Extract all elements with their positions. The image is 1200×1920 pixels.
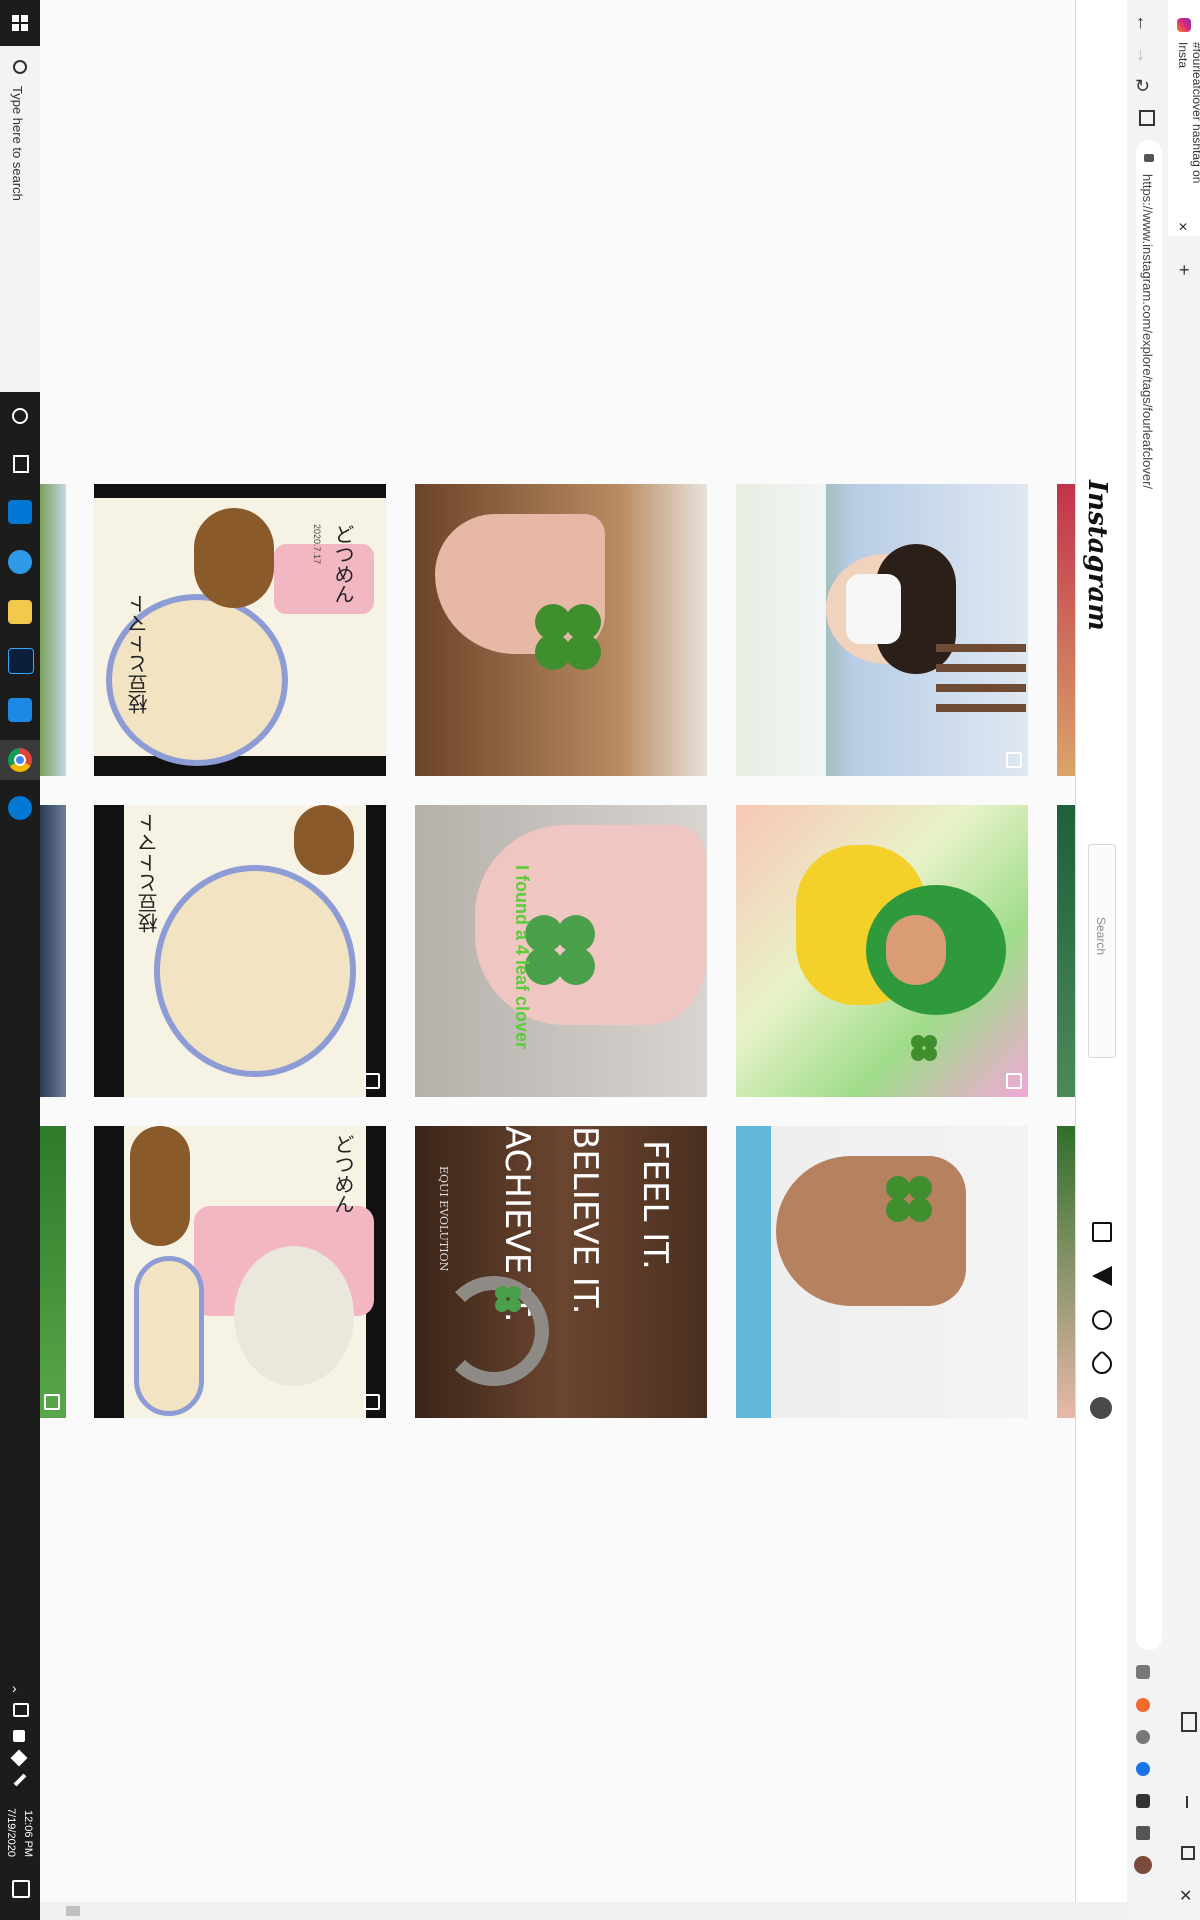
window-layout-icon[interactable] [1181,1712,1197,1732]
post-partial-right-row3[interactable] [1057,1126,1075,1418]
extensions-puzzle-icon[interactable] [1136,1826,1150,1840]
clock-date[interactable]: 7/19/2020 [5,1808,17,1857]
task-view-icon[interactable] [13,455,29,473]
post-green-hair-illustration[interactable] [736,805,1028,1097]
instagram-search-input[interactable]: Search [1088,844,1116,1058]
art-date: 2020.7.17 [312,524,322,565]
post-food-art-2[interactable]: 枝豆とトマト [94,805,386,1097]
extension-gray-icon[interactable] [1136,1730,1150,1744]
file-explorer-icon[interactable] [8,600,32,624]
instagram-favicon-icon [1177,18,1191,32]
post-partial-left-row2[interactable] [40,805,66,1097]
instagram-logo[interactable]: Instagram [1082,480,1112,631]
forward-arrow-icon[interactable]: ↓ [1136,44,1145,65]
art-text-1-copy: どつめん [331,1134,355,1214]
edge-browser-icon[interactable] [8,550,32,574]
tab-search-icon[interactable]: + [1179,260,1190,281]
horseshoe-icon [439,1276,549,1386]
extension-grammarly-icon[interactable] [1136,1665,1150,1679]
multi-post-icon [44,1394,60,1410]
post-hand-clover-1[interactable] [415,484,707,776]
back-arrow-icon[interactable]: ↑ [1136,12,1145,33]
instagram-search-placeholder: Search [1094,917,1108,956]
chrome-browser-icon[interactable] [0,740,40,780]
direct-messages-icon[interactable] [1092,1266,1112,1286]
profile-avatar[interactable] [1090,1397,1112,1419]
taskbar-search-placeholder: Type here to search [10,86,25,201]
clover-note-text: I found a 4 leaf clover [512,865,532,1050]
explore-compass-icon[interactable] [1092,1310,1112,1330]
home-icon[interactable] [1092,1222,1112,1242]
post-partial-left-row3[interactable] [40,1126,66,1418]
address-bar-url: https://www.instagram.com/explore/tags/f… [1140,174,1155,490]
instagram-page: どつめん 枝豆とトマト 2020.7.17 枝豆とトマト I found a 4… [40,0,1075,1910]
post-food-art-3[interactable]: どつめん [94,1126,386,1418]
multi-post-icon [364,1073,380,1089]
clock-time[interactable]: 12:06 PM [22,1810,34,1857]
maximize-icon[interactable] [1181,1846,1195,1860]
post-nail-clover[interactable]: I found a 4 leaf clover [415,805,707,1097]
clover-icon [535,604,571,640]
volume-icon[interactable] [13,1703,29,1717]
post-food-art-1[interactable]: どつめん 枝豆とトマト 2020.7.17 [94,484,386,776]
extension-orange-icon[interactable] [1136,1698,1150,1712]
instagram-header: Instagram Search [1075,0,1128,1910]
art-text-2-copy: 枝豆とトマト [137,813,161,933]
clover-icon [495,1286,509,1300]
network-icon[interactable] [13,1730,25,1742]
photoshop-icon[interactable] [8,648,34,674]
multi-post-icon [364,1394,380,1410]
show-hidden-icons-chevron-icon[interactable]: › [12,1680,17,1696]
mail-app-icon[interactable] [8,698,32,722]
address-bar[interactable]: https://www.instagram.com/explore/tags/f… [1136,140,1162,1650]
post-partial-left-row1[interactable] [40,484,66,776]
multi-post-icon [1006,1073,1022,1089]
home-browser-icon[interactable] [1139,110,1155,126]
settings-app-icon[interactable] [8,796,32,820]
taskbar-search-box[interactable]: Type here to search [0,46,41,392]
cortana-icon[interactable] [12,408,28,424]
art-text-1: どつめん [331,524,355,604]
notification-icon[interactable] [12,1880,30,1898]
windows-logo-icon [12,15,28,31]
reload-icon[interactable]: ↻ [1135,76,1150,97]
activity-heart-icon[interactable] [1087,1349,1117,1379]
extension-blue-icon[interactable] [1136,1762,1150,1776]
store-app-icon[interactable] [8,500,32,524]
motto-line2: BELIEVE IT. [565,1126,605,1315]
post-partial-right-row2[interactable] [1057,805,1075,1097]
lock-icon [1144,154,1154,162]
close-window-icon[interactable]: ✕ [1179,1886,1192,1906]
minimize-icon[interactable] [1186,1796,1188,1808]
horizontal-scrollbar[interactable] [40,1902,1127,1920]
tab-title: #fourleafclover hashtag on Insta [1176,42,1200,184]
scrollbar-thumb[interactable] [66,1906,80,1916]
post-partial-right-row1[interactable] [1057,484,1075,776]
post-masked-person[interactable] [736,484,1028,776]
art-text-2: 枝豆とトマト [127,594,151,714]
multi-post-icon [1006,752,1022,768]
profile-browser-icon[interactable] [1134,1856,1152,1874]
browser-tab[interactable]: #fourleafclover hashtag on Insta ✕ [1168,0,1200,236]
close-tab-icon[interactable]: ✕ [1178,220,1188,234]
motto-line1: FEEL IT. [635,1140,675,1270]
clover-icon [911,1035,925,1049]
search-icon [13,60,27,74]
motto-brand: EQUI EVOLUTION [437,1166,450,1272]
post-hand-clover-2[interactable] [736,1126,1028,1418]
extension-dark-icon[interactable] [1136,1794,1150,1808]
start-button[interactable] [0,0,40,46]
clover-icon [886,1176,910,1200]
post-feel-it-horseshoe[interactable]: FEEL IT. BELIEVE IT. ACHIEVE IT. EQUI EV… [415,1126,707,1418]
